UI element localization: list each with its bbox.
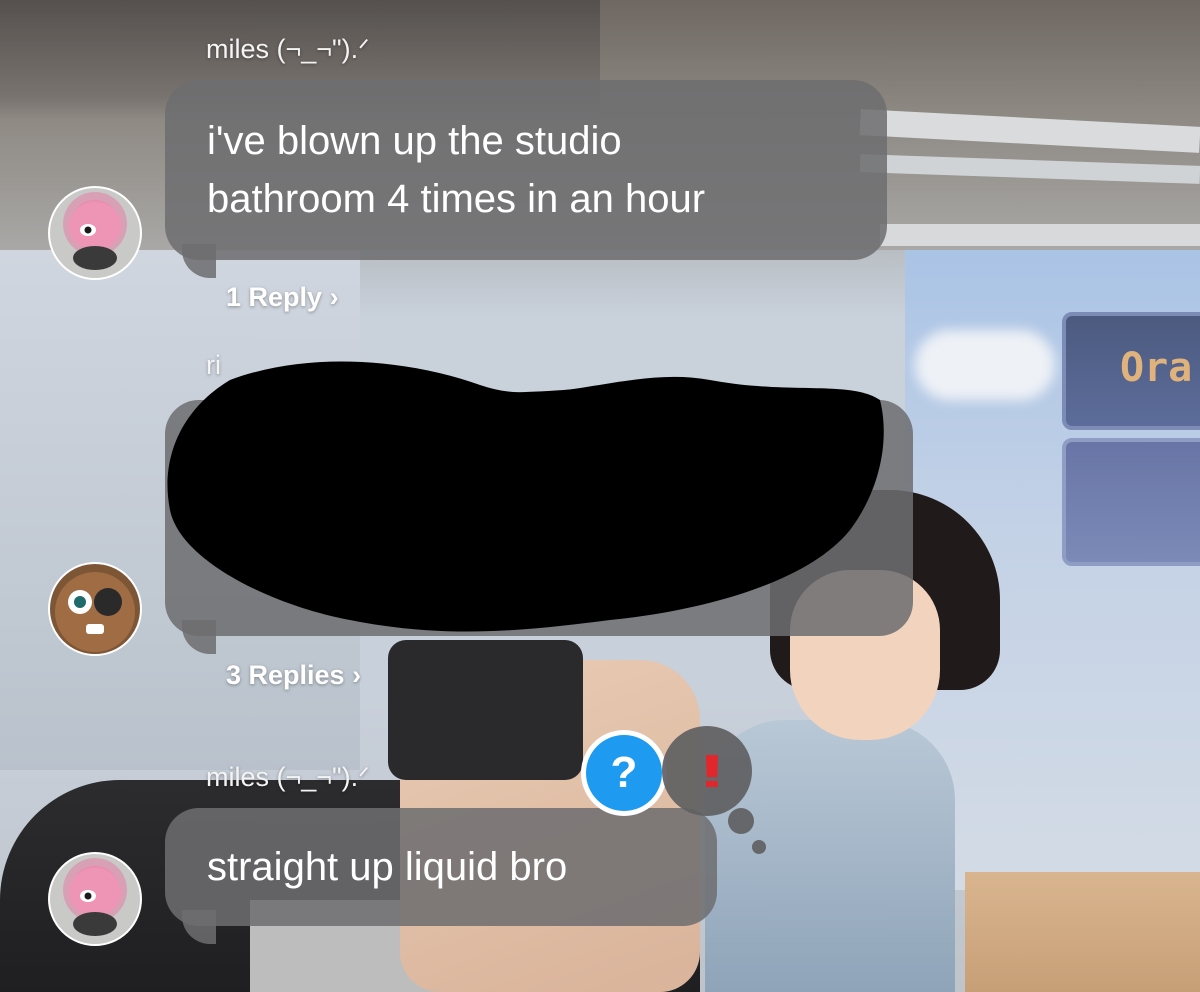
replies-link-label: 1 Reply: [226, 282, 323, 312]
message-text: straight up liquid bro: [207, 845, 568, 889]
background-beam: [880, 224, 1200, 246]
reaction-glyph: ?: [586, 735, 662, 811]
avatar[interactable]: [48, 186, 142, 280]
background-boxes: [965, 872, 1200, 992]
replies-link-label: 3 Replies: [226, 660, 345, 690]
background-sign: [1062, 438, 1200, 566]
reaction-bubble-dot: [728, 808, 754, 834]
chat-screen: Ora miles (¬_¬").ᐟ i've blown up the stu…: [0, 0, 1200, 992]
replies-link[interactable]: 3 Replies ›: [226, 660, 361, 691]
reaction-bubble-dot: [752, 840, 766, 854]
background-cloud: [915, 330, 1055, 400]
message-bubble[interactable]: straight up liquid bro: [165, 808, 717, 926]
double-exclamation-icon[interactable]: !!: [662, 726, 752, 816]
replies-link[interactable]: 1 Reply ›: [226, 282, 339, 313]
avatar[interactable]: [48, 562, 142, 656]
brown-plush-avatar-icon: [55, 572, 135, 652]
redaction-scribble: [167, 361, 884, 632]
pink-plush-avatar-icon: [69, 202, 121, 270]
background-phone: [388, 640, 583, 780]
chevron-right-icon: ›: [329, 282, 339, 312]
avatar[interactable]: [48, 852, 142, 946]
sender-name: miles (¬_¬").ᐟ: [206, 762, 370, 792]
question-mark-icon[interactable]: ?: [581, 730, 667, 816]
background-sign-text: Ora: [1120, 345, 1193, 391]
sender-name: miles (¬_¬").ᐟ: [206, 34, 370, 64]
chevron-right-icon: ›: [352, 660, 362, 690]
message-bubble[interactable]: i've blown up the studio bathroom 4 time…: [165, 80, 887, 260]
pink-plush-avatar-icon: [69, 868, 121, 936]
message-text-line: i've blown up the studio: [207, 119, 622, 163]
message-text-line: bathroom 4 times in an hour: [207, 177, 706, 221]
